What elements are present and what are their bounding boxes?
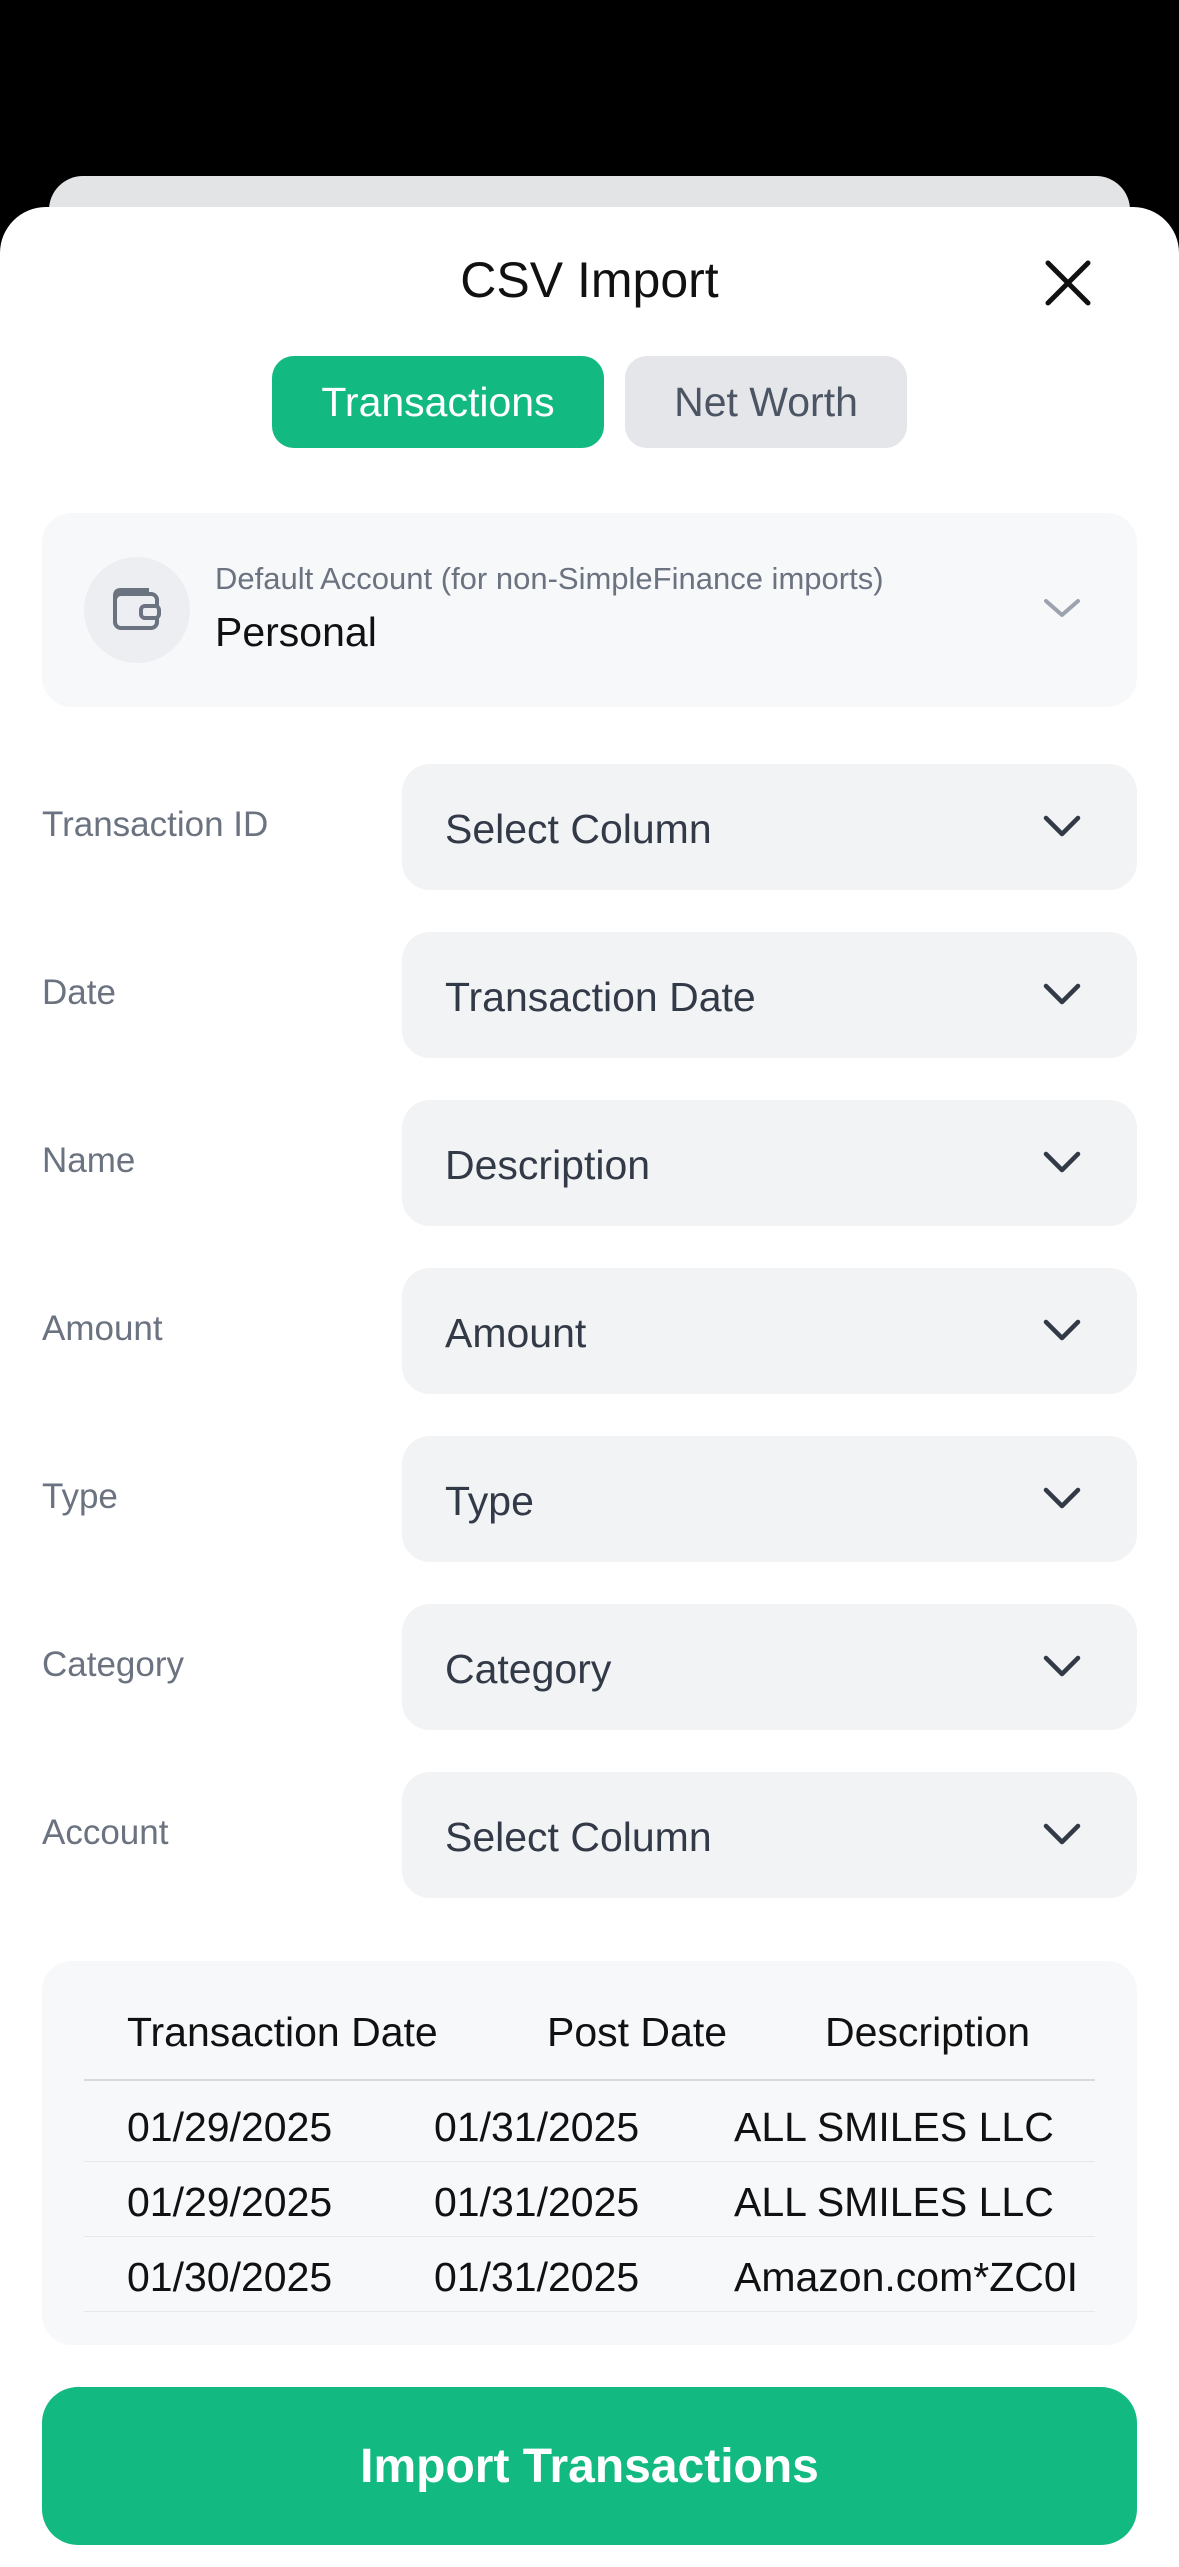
wallet-icon-container <box>84 557 190 663</box>
mapping-label-category: Category <box>42 1645 185 1684</box>
close-button[interactable] <box>1038 253 1098 313</box>
mapping-label-amount: Amount <box>42 1309 163 1348</box>
select-value: Select Column <box>445 806 712 852</box>
select-value: Transaction Date <box>445 974 756 1020</box>
row-divider <box>84 2161 1095 2162</box>
default-account-value: Personal <box>215 609 377 655</box>
select-value: Description <box>445 1142 651 1188</box>
row-divider <box>84 2236 1095 2237</box>
sheet-title: CSV Import <box>460 252 719 308</box>
table-cell: Amazon.com*ZC0I <box>734 2254 1079 2300</box>
default-account-picker[interactable]: Default Account (for non-SimpleFinance i… <box>42 513 1137 707</box>
table-cell: 01/29/2025 <box>127 2179 333 2225</box>
default-account-label: Default Account (for non-SimpleFinance i… <box>215 561 884 596</box>
select-value: Type <box>445 1478 534 1524</box>
table-cell: ALL SMILES LLC <box>734 2104 1054 2150</box>
table-cell: 01/31/2025 <box>434 2104 640 2150</box>
type-select[interactable]: Type <box>402 1436 1137 1562</box>
chevron-down-icon <box>1043 1655 1081 1677</box>
chevron-down-icon <box>1043 1487 1081 1509</box>
category-select[interactable]: Category <box>402 1604 1137 1730</box>
csv-preview-table[interactable]: Transaction Date Post Date Description 0… <box>42 1961 1137 2345</box>
csv-import-sheet: CSV Import Transactions Net Worth Defaul… <box>0 207 1179 2567</box>
table-cell: 01/31/2025 <box>434 2179 640 2225</box>
chevron-down-icon <box>1043 815 1081 837</box>
date-select[interactable]: Transaction Date <box>402 932 1137 1058</box>
header-divider <box>84 2079 1095 2081</box>
transaction-id-select[interactable]: Select Column <box>402 764 1137 890</box>
close-icon <box>1045 260 1091 306</box>
chevron-down-icon <box>1043 983 1081 1005</box>
amount-select[interactable]: Amount <box>402 1268 1137 1394</box>
tab-net-worth[interactable]: Net Worth <box>625 356 907 448</box>
table-cell: ALL SMILES LLC <box>734 2179 1054 2225</box>
chevron-down-icon <box>1043 1319 1081 1341</box>
column-header: Description <box>825 2009 1031 2055</box>
select-value: Amount <box>445 1310 587 1356</box>
mapping-label-name: Name <box>42 1141 136 1180</box>
chevron-down-icon <box>1043 1151 1081 1173</box>
row-divider <box>84 2311 1095 2312</box>
table-cell: 01/30/2025 <box>127 2254 333 2300</box>
account-select[interactable]: Select Column <box>402 1772 1137 1898</box>
mapping-label-account: Account <box>42 1813 169 1852</box>
mapping-label-date: Date <box>42 973 116 1012</box>
import-transactions-button[interactable]: Import Transactions <box>42 2387 1137 2545</box>
wallet-icon <box>113 588 161 630</box>
select-value: Select Column <box>445 1814 712 1860</box>
chevron-down-icon <box>1044 599 1080 617</box>
mapping-label-type: Type <box>42 1477 118 1516</box>
select-value: Category <box>445 1646 612 1692</box>
column-header: Post Date <box>547 2009 728 2055</box>
table-cell: 01/31/2025 <box>434 2254 640 2300</box>
table-cell: 01/29/2025 <box>127 2104 333 2150</box>
chevron-down-icon <box>1043 1823 1081 1845</box>
name-select[interactable]: Description <box>402 1100 1137 1226</box>
mapping-label-transaction-id: Transaction ID <box>42 805 269 844</box>
column-header: Transaction Date <box>127 2009 438 2055</box>
tab-transactions[interactable]: Transactions <box>272 356 604 448</box>
